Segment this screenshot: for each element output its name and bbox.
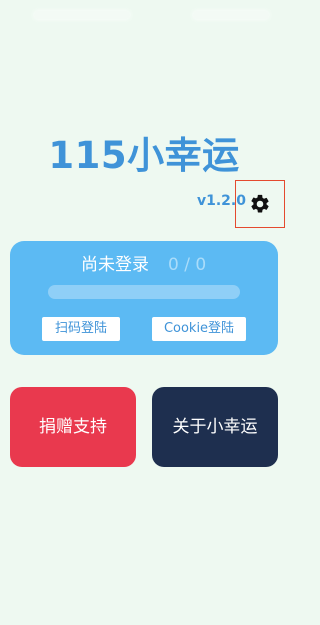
status-bar bbox=[0, 0, 288, 30]
login-progress-bar bbox=[48, 285, 240, 299]
scan-login-button[interactable]: 扫码登陆 bbox=[42, 317, 120, 341]
login-card: 尚未登录 0 / 0 扫码登陆 Cookie登陆 bbox=[10, 241, 278, 355]
status-bar-left-blur bbox=[34, 11, 130, 19]
status-bar-right-blur bbox=[193, 11, 269, 19]
about-button[interactable]: 关于小幸运 bbox=[152, 387, 278, 467]
settings-button[interactable] bbox=[235, 180, 285, 228]
donate-support-button[interactable]: 捐赠支持 bbox=[10, 387, 136, 467]
app-title: 115小幸运 bbox=[48, 134, 240, 177]
cookie-login-button[interactable]: Cookie登陆 bbox=[152, 317, 246, 341]
gear-icon bbox=[251, 194, 269, 213]
login-count-text: 0 / 0 bbox=[168, 255, 207, 275]
login-status-text: 尚未登录 bbox=[81, 255, 149, 275]
